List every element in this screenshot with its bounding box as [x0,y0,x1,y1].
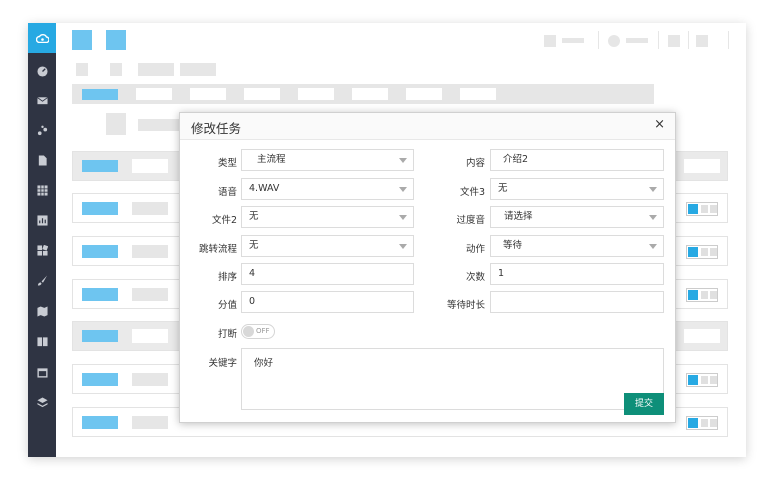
keyword-textarea[interactable]: 你好 [241,348,664,410]
count-label: 次数 [465,272,485,283]
count-input[interactable]: 1 [490,263,664,285]
submit-button[interactable]: 提交 [624,393,664,415]
header-placeholder [668,35,680,47]
transition-value: 请选择 [504,211,533,222]
sidebar [28,23,56,457]
order-input[interactable]: 4 [241,263,414,285]
switch-knob [243,326,254,337]
breadcrumb-placeholder [138,63,174,76]
close-icon[interactable]: × [654,117,665,133]
chevron-down-icon [649,244,657,249]
header-placeholder [696,35,708,47]
layers-icon[interactable] [36,396,48,408]
breadcrumb-placeholder [110,63,122,76]
file2-label: 文件2 [211,215,237,226]
chevron-down-icon [399,215,407,220]
file3-label: 文件3 [459,187,485,198]
chevron-down-icon [649,215,657,220]
order-value: 4 [249,268,256,279]
content-input[interactable]: 介绍2 [490,149,664,171]
type-label: 类型 [217,158,237,169]
voice-select[interactable]: 4.WAV [241,178,414,200]
keyword-value: 你好 [254,358,274,369]
toolbar-placeholder [298,88,334,100]
share-icon[interactable] [36,124,48,136]
row-toggle[interactable] [686,416,718,430]
header-placeholder [72,30,92,50]
toolbar-placeholder [352,88,388,100]
toolbar-placeholder [460,88,496,100]
content-label: 内容 [465,158,485,169]
row-toggle[interactable] [686,288,718,302]
action-label: 动作 [465,244,485,255]
header-placeholder [626,38,648,43]
toolbar-placeholder [190,88,226,100]
voice-value: 4.WAV [249,183,280,194]
file3-select[interactable]: 无 [490,178,664,200]
transition-label: 过度音 [456,215,485,226]
chart-icon[interactable] [36,214,48,226]
breadcrumb-placeholder [76,63,88,76]
map-icon[interactable] [36,305,48,317]
chevron-down-icon [399,187,407,192]
brush-icon[interactable] [36,274,48,286]
header-divider [688,31,689,49]
header-placeholder [562,38,584,43]
chevron-down-icon [649,187,657,192]
grid-icon[interactable] [36,184,48,196]
toolbar-placeholder [406,88,442,100]
interrupt-label: 打断 [217,329,237,340]
dialog-title: 修改任务 [191,121,242,136]
file2-value: 无 [249,211,259,222]
cloud-icon[interactable] [28,23,56,53]
score-value: 0 [249,296,256,307]
mail-icon[interactable] [36,94,48,106]
edit-task-dialog: 修改任务 × 类型 主流程 语音 4.WAV 文件2 无 跳转流程 无 排序 4… [179,112,676,423]
type-value: 主流程 [257,154,286,165]
book-icon[interactable] [36,335,48,347]
content-value: 介绍2 [503,154,529,165]
header-placeholder [106,30,126,50]
voice-label: 语音 [217,187,237,198]
toolbar-placeholder [244,88,280,100]
header-divider [658,31,659,49]
breadcrumb-placeholder [180,63,216,76]
filter-placeholder [106,113,126,135]
jump-value: 无 [249,240,259,251]
interrupt-switch[interactable]: OFF [241,324,275,339]
row-toggle[interactable] [686,373,718,387]
row-toggle[interactable] [686,245,718,259]
score-input[interactable]: 0 [241,291,414,313]
row-toggle[interactable] [686,202,718,216]
header-placeholder [608,35,620,47]
header-divider [728,31,729,49]
wait-label: 等待时长 [446,300,485,311]
file-icon[interactable] [36,154,48,166]
jump-label: 跳转流程 [198,244,237,255]
file2-select[interactable]: 无 [241,206,414,228]
file3-value: 无 [498,183,508,194]
order-label: 排序 [217,272,237,283]
toolbar-placeholder [136,88,172,100]
toolbar-placeholder [82,89,118,100]
keyword-label: 关键字 [208,358,237,369]
header-divider [598,31,599,49]
count-value: 1 [498,268,505,279]
wait-input[interactable] [490,291,664,313]
chevron-down-icon [399,158,407,163]
score-label: 分值 [217,300,237,311]
dialog-header: 修改任务 × [180,113,675,140]
calendar-icon[interactable] [36,366,48,378]
dashboard-icon[interactable] [36,65,48,77]
transition-select[interactable]: 请选择 [490,206,664,228]
action-select[interactable]: 等待 [490,235,664,257]
puzzle-icon[interactable] [36,244,48,256]
chevron-down-icon [399,244,407,249]
jump-select[interactable]: 无 [241,235,414,257]
switch-state: OFF [256,327,270,335]
action-value: 等待 [503,240,523,251]
type-select[interactable]: 主流程 [241,149,414,171]
header-placeholder [544,35,556,47]
